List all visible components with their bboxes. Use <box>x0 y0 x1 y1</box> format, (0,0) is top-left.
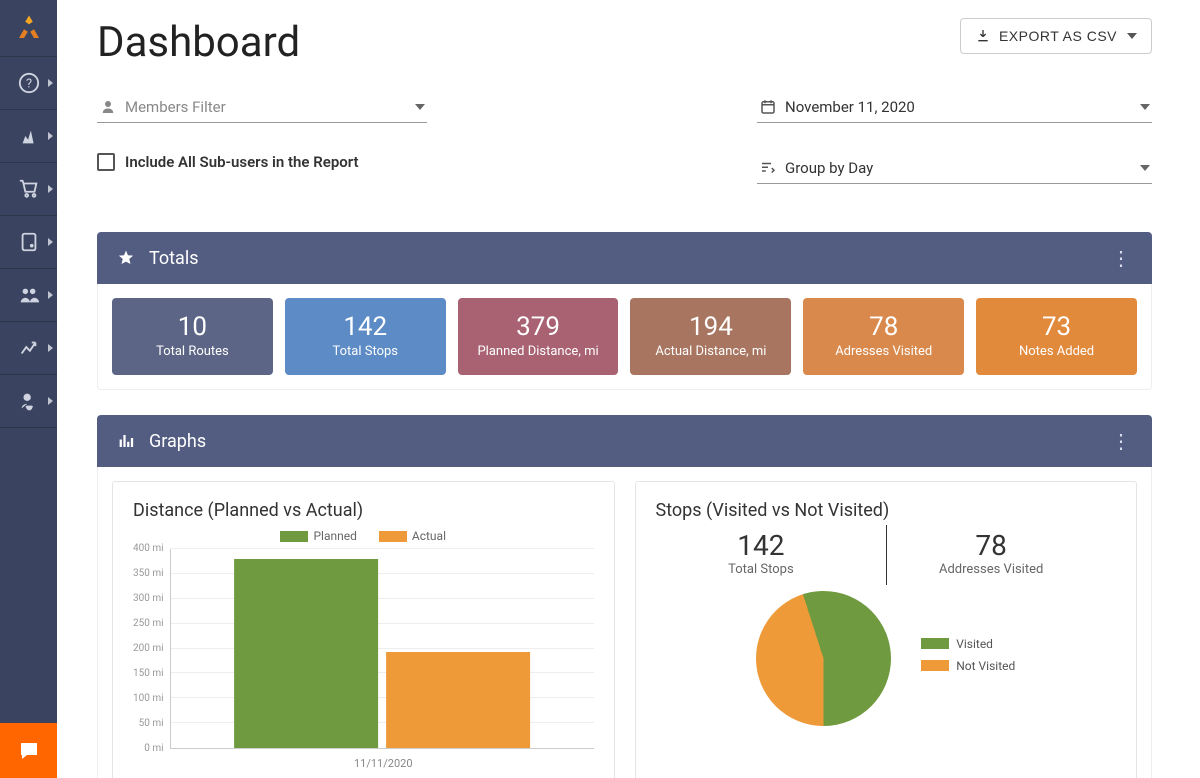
chat-button[interactable] <box>0 723 57 778</box>
distance-bar-chart: 400 mi350 mi300 mi250 mi200 mi150 mi100 … <box>133 549 594 749</box>
graphs-menu-button[interactable]: ⋮ <box>1111 429 1132 453</box>
card-total-stops[interactable]: 142 Total Stops <box>285 298 446 375</box>
group-by-value: Group by Day <box>785 159 873 177</box>
star-icon <box>117 249 135 267</box>
graphs-header: Graphs ⋮ <box>97 415 1152 467</box>
legend-swatch-planned <box>280 531 308 542</box>
graphs-title: Graphs <box>149 431 206 452</box>
bar-plot <box>170 549 594 749</box>
group-by-dropdown[interactable]: Group by Day <box>757 153 1152 184</box>
include-subusers-label: Include All Sub-users in the Report <box>125 153 359 171</box>
card-planned-distance[interactable]: 379 Planned Distance, mi <box>458 298 619 375</box>
sidebar-item-team[interactable] <box>0 269 57 322</box>
person-icon <box>99 98 117 116</box>
legend-swatch-notvisited <box>921 660 949 671</box>
totals-cards: 10 Total Routes 142 Total Stops 379 Plan… <box>97 284 1152 390</box>
chevron-right-icon <box>48 238 53 246</box>
date-value: November 11, 2020 <box>785 98 915 116</box>
svg-text:?: ? <box>25 77 31 92</box>
sidebar: ? <box>0 0 57 778</box>
stops-chart-title: Stops (Visited vs Not Visited) <box>656 500 1117 521</box>
x-axis-label: 11/11/2020 <box>133 757 594 770</box>
app-logo[interactable] <box>0 0 57 57</box>
calendar-icon <box>759 98 777 116</box>
main-content: Dashboard EXPORT AS CSV Members Filter I… <box>57 0 1200 778</box>
stops-stats: 142 Total Stops 78 Addresses Visited <box>656 529 1117 577</box>
chevron-down-icon <box>1140 104 1150 110</box>
sidebar-item-help[interactable]: ? <box>0 57 57 110</box>
chevron-down-icon <box>415 104 425 110</box>
pie-legend: Visited Not Visited <box>921 637 1015 681</box>
stops-chart-card: Stops (Visited vs Not Visited) 142 Total… <box>635 481 1138 778</box>
totals-header: Totals ⋮ <box>97 232 1152 284</box>
chevron-right-icon <box>48 185 53 193</box>
card-notes-added[interactable]: 73 Notes Added <box>976 298 1137 375</box>
chevron-right-icon <box>48 344 53 352</box>
stat-divider <box>886 525 887 585</box>
sidebar-item-routes[interactable] <box>0 110 57 163</box>
totals-title: Totals <box>149 248 198 269</box>
legend-swatch-actual <box>379 531 407 542</box>
bar-chart-icon <box>117 432 135 450</box>
export-label: EXPORT AS CSV <box>999 28 1117 44</box>
chevron-right-icon <box>48 291 53 299</box>
checkbox-icon <box>97 153 115 171</box>
members-filter-placeholder: Members Filter <box>125 98 226 116</box>
sidebar-item-settings[interactable] <box>0 375 57 428</box>
download-icon <box>975 28 991 44</box>
chevron-right-icon <box>48 79 53 87</box>
members-filter-dropdown[interactable]: Members Filter <box>97 92 427 123</box>
include-subusers-checkbox[interactable]: Include All Sub-users in the Report <box>97 153 427 171</box>
stops-pie-chart <box>756 591 891 726</box>
sidebar-item-addressbook[interactable] <box>0 216 57 269</box>
date-picker[interactable]: November 11, 2020 <box>757 92 1152 123</box>
bar-actual <box>386 652 530 749</box>
distance-legend: Planned Actual <box>133 529 594 543</box>
legend-swatch-visited <box>921 638 949 649</box>
card-addresses-visited[interactable]: 78 Adresses Visited <box>803 298 964 375</box>
export-csv-button[interactable]: EXPORT AS CSV <box>960 18 1152 54</box>
chevron-right-icon <box>48 132 53 140</box>
bar-planned <box>234 559 378 748</box>
sort-icon <box>759 159 777 177</box>
graphs-row: Distance (Planned vs Actual) Planned Act… <box>97 467 1152 778</box>
chevron-down-icon <box>1140 165 1150 171</box>
chevron-right-icon <box>48 397 53 405</box>
distance-chart-card: Distance (Planned vs Actual) Planned Act… <box>112 481 615 778</box>
y-axis: 400 mi350 mi300 mi250 mi200 mi150 mi100 … <box>133 549 170 749</box>
card-total-routes[interactable]: 10 Total Routes <box>112 298 273 375</box>
chevron-down-icon <box>1127 33 1137 39</box>
totals-menu-button[interactable]: ⋮ <box>1111 246 1132 270</box>
sidebar-item-orders[interactable] <box>0 163 57 216</box>
card-actual-distance[interactable]: 194 Actual Distance, mi <box>630 298 791 375</box>
sidebar-item-analytics[interactable] <box>0 322 57 375</box>
distance-chart-title: Distance (Planned vs Actual) <box>133 500 594 521</box>
page-title: Dashboard <box>97 18 300 67</box>
